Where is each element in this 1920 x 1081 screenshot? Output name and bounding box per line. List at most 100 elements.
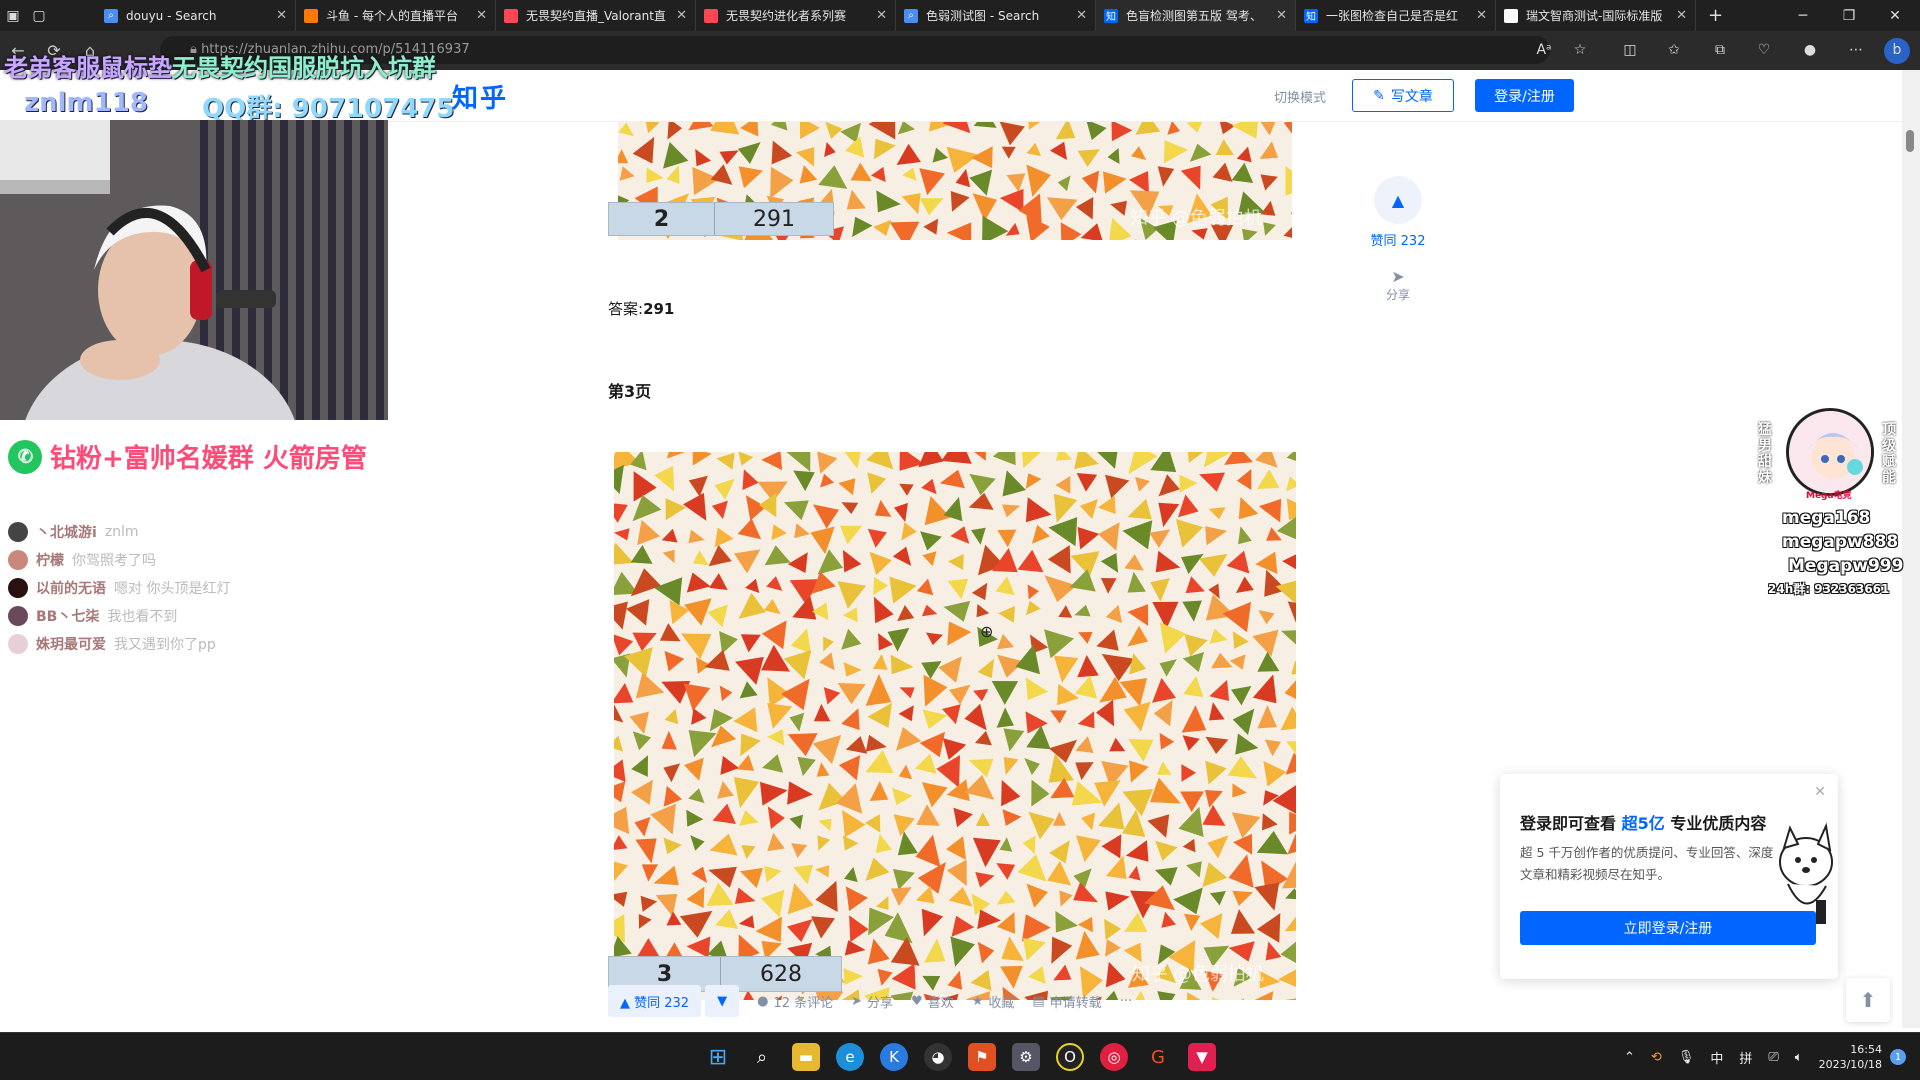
browser-tab[interactable]: 无畏契约直播_Valorant直 ✕ [496, 0, 696, 31]
like-button[interactable]: ♥ 喜欢 [911, 992, 954, 1011]
like-label: 喜欢 [927, 995, 954, 1011]
close-window-button[interactable]: ✕ [1872, 0, 1918, 31]
windows-taskbar: ⊞ ⌕ ▬ e K ◕ ⚑ ⚙ O ◎ G ▼ ⌃ ⟲ 🎙︎ 中 拼 ⎚ 🔈︎ … [0, 1032, 1920, 1080]
close-icon[interactable]: ✕ [1814, 784, 1826, 800]
webcam-feed [0, 120, 388, 420]
close-tab-icon[interactable]: ✕ [676, 8, 687, 23]
browser-essentials-icon[interactable]: ♡ [1750, 38, 1778, 62]
close-tab-icon[interactable]: ✕ [476, 8, 487, 23]
new-tab-button[interactable]: + [1696, 5, 1735, 26]
tab-actions-icon[interactable]: ▢ [26, 0, 52, 31]
close-tab-icon[interactable]: ✕ [876, 8, 887, 23]
app-g-icon[interactable]: G [1144, 1043, 1172, 1071]
browser-tab[interactable]: 知色盲检测图第五版 驾考、 ✕ [1096, 0, 1296, 31]
copilot-icon[interactable]: b [1884, 38, 1910, 64]
favorites-icon[interactable]: ✩ [1660, 38, 1688, 62]
reprint-label: 申请转载 [1049, 995, 1102, 1011]
browser-tab[interactable]: 无畏契约进化者系列赛 ✕ [696, 0, 896, 31]
share-button[interactable]: ➤ 分享 [1362, 267, 1434, 303]
read-aloud-icon[interactable]: Aᵃ [1530, 38, 1558, 62]
system-tray: ⌃ ⟲ 🎙︎ 中 拼 ⎚ 🔈︎ 16:54 2023/10/18 1 [1616, 1033, 1920, 1081]
app-o-icon[interactable]: O [1056, 1043, 1084, 1071]
close-tab-icon[interactable]: ✕ [1676, 8, 1687, 23]
browser-tab[interactable]: 斗鱼 - 每个人的直播平台 ✕ [296, 0, 496, 31]
back-to-top-button[interactable]: ⬆ [1846, 978, 1890, 1022]
favorite-star-icon[interactable]: ☆ [1566, 38, 1594, 62]
upvote-button[interactable]: ▲ [1374, 176, 1422, 224]
popup-title-post: 专业优质内容 [1670, 814, 1767, 833]
vote-up-button[interactable]: ▲ 赞同 232 [608, 985, 702, 1017]
arrow-up-icon: ⬆ [1859, 988, 1877, 1012]
favorite-button[interactable]: ★ 收藏 [972, 992, 1015, 1011]
profile-avatar[interactable]: ● [1796, 38, 1824, 62]
netease-music-icon[interactable]: ◎ [1100, 1043, 1128, 1071]
file-explorer-icon[interactable]: ▬ [792, 1043, 820, 1071]
workspaces-icon[interactable]: ▣ [0, 0, 26, 31]
comments-label: 12 条评论 [773, 995, 834, 1011]
tab-title: 斗鱼 - 每个人的直播平台 [326, 9, 458, 23]
switch-mode-link[interactable]: 切换模式 [1274, 87, 1326, 106]
chrome-like-icon[interactable]: ◕ [924, 1043, 952, 1071]
chat-text: znlm [104, 524, 139, 540]
minimize-button[interactable]: ─ [1780, 0, 1826, 31]
comments-button[interactable]: ● 12 条评论 [757, 992, 833, 1011]
clock-time: 16:54 [1850, 1043, 1882, 1056]
close-tab-icon[interactable]: ✕ [1476, 8, 1487, 23]
windows-start-icon[interactable]: ⊞ [704, 1043, 732, 1071]
chevron-up-icon[interactable]: ⌃ [1624, 1050, 1635, 1065]
popup-title-pre: 登录即可查看 [1520, 814, 1617, 833]
ime-language[interactable]: 中 [1710, 1048, 1723, 1067]
reprint-button[interactable]: ▤ 申请转载 [1032, 992, 1101, 1011]
zhihu-logo[interactable]: 知乎 [452, 78, 508, 115]
restore-button[interactable]: ❐ [1826, 0, 1872, 31]
chat-username: BB丶七柒 [36, 609, 100, 625]
stream-banner: 老弟客服鼠标垫无畏契约国服脱坑入坑群 [4, 48, 436, 83]
chat-text: 嗯对 你头顶是红灯 [114, 581, 231, 597]
triangle-up-icon: ▲ [1391, 190, 1405, 210]
edge-browser-icon[interactable]: e [836, 1043, 864, 1071]
browser-tab[interactable]: ⌕ douyu - Search ✕ [96, 0, 296, 31]
close-tab-icon[interactable]: ✕ [276, 8, 287, 23]
paper-plane-icon: ➤ [1391, 267, 1405, 286]
answer-label: 答案: [608, 300, 644, 318]
login-register-button[interactable]: 登录/注册 [1475, 79, 1574, 112]
kugou-icon[interactable]: K [880, 1043, 908, 1071]
close-tab-icon[interactable]: ✕ [1076, 8, 1087, 23]
split-screen-icon[interactable]: ◫ [1616, 38, 1644, 62]
collections-icon[interactable]: ⧉ [1706, 38, 1734, 62]
vote-down-button[interactable]: ▼ [705, 985, 740, 1017]
app-red-icon[interactable]: ▼ [1188, 1043, 1216, 1071]
write-article-button[interactable]: ✎ 写文章 [1352, 79, 1454, 112]
tabs-container: ⌕ douyu - Search ✕ 斗鱼 - 每个人的直播平台 ✕ 无畏契约直播_Val… [96, 0, 1696, 31]
color-test-plate-3[interactable] [614, 452, 1296, 1000]
sync-icon[interactable]: ⟲ [1651, 1050, 1662, 1065]
share-label: 分享 [1385, 288, 1410, 302]
scrollbar-thumb[interactable] [1906, 130, 1914, 152]
browser-tab[interactable]: 知一张图检查自己是否是红 ✕ [1296, 0, 1496, 31]
watermark: 知乎 @色弱拍机 [1130, 208, 1262, 229]
chat-message: 姝玥最可爱 我又遇到你了pp [8, 630, 230, 658]
share-action-button[interactable]: ➤ 分享 [851, 992, 893, 1011]
browser-tab[interactable]: 瑞文智商测试-国际标准版 ✕ [1496, 0, 1696, 31]
ime-mode[interactable]: 拼 [1739, 1048, 1752, 1067]
side-actions: ▲ 赞同 232 ➤ 分享 [1362, 176, 1434, 303]
notification-badge[interactable]: 1 [1890, 1049, 1906, 1065]
close-tab-icon[interactable]: ✕ [1276, 8, 1287, 23]
triangle-down-icon: ▼ [717, 993, 728, 1009]
network-icon[interactable]: ⎚ [1768, 1050, 1778, 1065]
promo-side-right: 顶级赋能 [1882, 422, 1896, 486]
mosaic-image [614, 452, 1296, 1000]
more-button[interactable]: ··· [1120, 994, 1132, 1009]
search-icon[interactable]: ⌕ [748, 1043, 776, 1071]
settings-menu-icon[interactable]: ⋯ [1842, 38, 1870, 62]
game-launcher-icon[interactable]: ⚑ [968, 1043, 996, 1071]
chat-username: 姝玥最可爱 [36, 637, 106, 653]
volume-icon[interactable]: 🔈︎ [1795, 1050, 1803, 1065]
microphone-icon[interactable]: 🎙︎ [1678, 1050, 1695, 1065]
clock[interactable]: 16:54 2023/10/18 [1819, 1042, 1882, 1072]
avatar [8, 634, 28, 654]
browser-tab[interactable]: ⌕ 色弱测试图 - Search ✕ [896, 0, 1096, 31]
favorite-label: 收藏 [988, 995, 1015, 1011]
steam-icon[interactable]: ⚙ [1012, 1043, 1040, 1071]
tab-title: 无畏契约直播_Valorant直 [526, 9, 666, 23]
